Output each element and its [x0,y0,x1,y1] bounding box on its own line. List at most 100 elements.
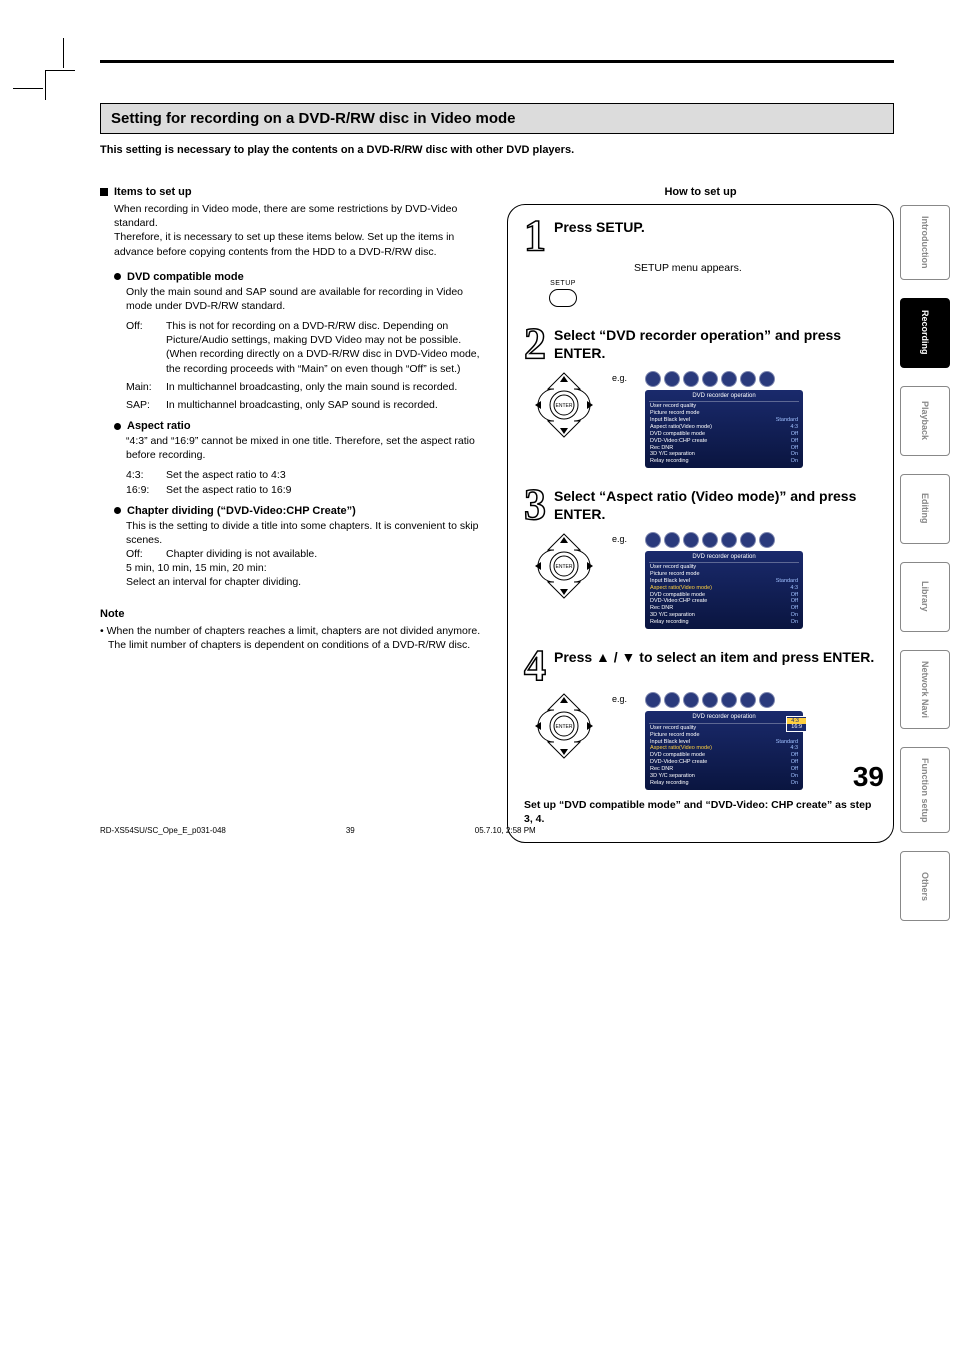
dvd-compat-head-text: DVD compatible mode [127,271,244,283]
chapter-intervals: 5 min, 10 min, 15 min, 20 min: [126,561,487,575]
osd-title: DVD recorder operation [649,553,799,564]
aspect-169-text: Set the aspect ratio to 16:9 [166,483,487,497]
intro-text: This setting is necessary to play the co… [100,144,894,156]
osd-panel: DVD recorder operation User record quali… [645,390,803,468]
aspect-head-text: Aspect ratio [127,420,191,432]
square-bullet-icon [100,188,108,196]
chapter-heading: Chapter dividing (“DVD-Video:CHP Create”… [114,505,487,517]
aspect-43-label: 4:3: [126,468,166,482]
step-4: 4 Press ▲ / ▼ to select an item and pres… [524,647,877,790]
strip-icon [664,532,680,548]
dvd-compat-body: Only the main sound and SAP sound are av… [126,285,487,313]
strip-icon [740,371,756,387]
aspect-169-label: 16:9: [126,483,166,497]
chapter-head-text: Chapter dividing (“DVD-Video:CHP Create”… [127,505,356,517]
osd-screenshot-4: DVD recorder operation User record quali… [645,692,803,789]
strip-icon [702,692,718,708]
main-text: In multichannel broadcasting, only the m… [166,380,487,394]
strip-icon [721,692,737,708]
chapter-off-text: Chapter dividing is not available. [166,547,487,561]
step-1-sub: SETUP menu appears. [634,262,877,274]
off-label: Off: [126,319,166,376]
strip-icon [664,371,680,387]
chapter-body: This is the setting to divide a title in… [126,519,487,547]
eg-label: e.g. [612,694,627,704]
strip-icon [683,692,699,708]
final-note: Set up “DVD compatible mode” and “DVD-Vi… [524,798,877,826]
page-number: 39 [853,761,884,793]
aspect-43-def: 4:3: Set the aspect ratio to 4:3 [126,468,487,482]
step-1: 1 Press SETUP. SETUP menu appears. SETUP [524,217,877,307]
step-number: 1 [524,217,546,254]
tab-playback[interactable]: Playback [900,386,950,456]
off-def: Off: This is not for recording on a DVD-… [126,319,487,376]
svg-text:ENTER: ENTER [556,403,573,409]
right-column: How to set up 1 Press SETUP. SETUP menu … [507,186,894,843]
eg-label: e.g. [612,534,627,544]
tab-others[interactable]: Others [900,851,950,921]
strip-icon [683,532,699,548]
svg-text:ENTER: ENTER [556,564,573,570]
howto-heading: How to set up [507,186,894,198]
step-number: 4 [524,647,546,684]
strip-icon [645,692,661,708]
strip-icon [702,371,718,387]
chapter-off-def: Off: Chapter dividing is not available. [126,547,487,561]
note-heading: Note [100,608,487,620]
svg-text:ENTER: ENTER [556,724,573,730]
aspect-ratio-heading: Aspect ratio [114,420,487,432]
top-rule [100,60,894,63]
setup-shape-icon [549,289,577,307]
osd-screenshot-3: DVD recorder operation User record quali… [645,532,803,629]
aspect-body: “4:3” and “16:9” cannot be mixed in one … [126,434,487,462]
circle-bullet-icon [114,507,121,514]
tab-introduction[interactable]: Introduction [900,205,950,280]
tab-recording[interactable]: Recording [900,298,950,368]
tab-editing[interactable]: Editing [900,474,950,544]
tab-function-setup[interactable]: Function setup [900,747,950,834]
strip-icon [664,692,680,708]
strip-icon [759,371,775,387]
sap-def: SAP: In multichannel broadcasting, only … [126,398,487,412]
strip-icon [759,692,775,708]
items-body: When recording in Video mode, there are … [114,202,487,259]
footer-left: RD-XS54SU/SC_Ope_E_p031-048 [100,826,226,835]
strip-icon [683,371,699,387]
strip-icon [645,371,661,387]
osd-title: DVD recorder operation [649,713,799,724]
osd-popup: 4:3 16:9 [786,716,807,732]
enter-dpad-icon: ENTER [530,532,598,600]
tab-library[interactable]: Library [900,562,950,632]
enter-dpad-icon: ENTER [530,692,598,760]
main-def: Main: In multichannel broadcasting, only… [126,380,487,394]
strip-icon [740,532,756,548]
left-column: Items to set up When recording in Video … [100,186,487,843]
step-2-title: Select “DVD recorder operation” and pres… [554,325,877,362]
setup-button-icon: SETUP [542,280,584,307]
circle-bullet-icon [114,273,121,280]
step-4-title: Press ▲ / ▼ to select an item and press … [554,647,874,667]
aspect-169-def: 16:9: Set the aspect ratio to 16:9 [126,483,487,497]
circle-bullet-icon [114,423,121,430]
page-title-bar: Setting for recording on a DVD-R/RW disc… [100,103,894,134]
strip-icon [721,532,737,548]
tab-network-navi[interactable]: Network Navi [900,650,950,729]
strip-icon [740,692,756,708]
osd-icon-strip [645,532,803,548]
chapter-select: Select an interval for chapter dividing. [126,575,487,589]
chapter-off-label: Off: [126,547,166,561]
steps-container: 1 Press SETUP. SETUP menu appears. SETUP… [507,204,894,843]
step-3-title: Select “Aspect ratio (Video mode)” and p… [554,486,877,523]
strip-icon [721,371,737,387]
step-number: 2 [524,325,546,362]
footer: RD-XS54SU/SC_Ope_E_p031-048 39 05.7.10, … [100,826,884,835]
items-head-text: Items to set up [114,186,192,198]
osd-popup-item: 16:9 [791,724,802,730]
items-to-setup-heading: Items to set up [100,186,487,198]
footer-right: 05.7.10, 2:58 PM [475,826,536,835]
sap-label: SAP: [126,398,166,412]
aspect-43-text: Set the aspect ratio to 4:3 [166,468,487,482]
step-3: 3 Select “Aspect ratio (Video mode)” and… [524,486,877,629]
strip-icon [759,532,775,548]
sap-text: In multichannel broadcasting, only SAP s… [166,398,487,412]
